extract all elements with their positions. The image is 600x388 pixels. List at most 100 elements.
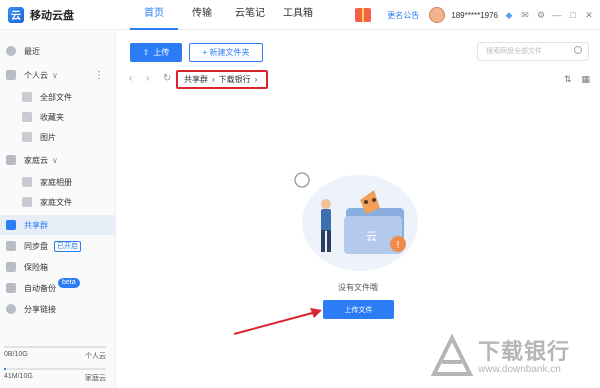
folder-icon bbox=[22, 112, 32, 122]
sidebar-item-label: 个人云 bbox=[24, 70, 48, 80]
sidebar-item-favorites[interactable]: 收藏夹 bbox=[0, 107, 116, 127]
home-icon bbox=[6, 155, 16, 165]
beta-badge: beta bbox=[58, 278, 80, 288]
sidebar-item-label: 家庭文件 bbox=[40, 197, 72, 207]
more-icon[interactable]: ⋮ bbox=[94, 70, 104, 81]
sidebar-item-images[interactable]: 图片 bbox=[0, 127, 116, 147]
view-toggle: ⇅ ▦ bbox=[564, 74, 590, 85]
rename-notice-link[interactable]: 更名公告 bbox=[387, 10, 419, 21]
annotation-arrow bbox=[233, 308, 322, 335]
quota-used: 41M/10G bbox=[4, 373, 33, 380]
watermark-url: www.downbank.cn bbox=[478, 364, 561, 375]
image-icon bbox=[22, 132, 32, 142]
sidebar-item-all-files[interactable]: 全部文件 bbox=[0, 87, 116, 107]
tab-home[interactable]: 首页 bbox=[130, 0, 178, 30]
gear-icon[interactable]: ⚙ bbox=[536, 10, 546, 20]
tab-transfer[interactable]: 传输 bbox=[178, 0, 226, 30]
forward-icon[interactable]: › bbox=[146, 73, 149, 84]
sidebar-item-label: 共享群 bbox=[24, 220, 48, 230]
maximize-icon[interactable]: □ bbox=[568, 10, 578, 20]
breadcrumb-item[interactable]: 共享群 bbox=[184, 74, 208, 85]
family-quota: 41M/10G 家庭云 bbox=[4, 373, 106, 383]
sidebar-item-personal-cloud[interactable]: 个人云 ∨ ⋮ bbox=[0, 65, 116, 85]
search-placeholder: 搜索网盘全部文件 bbox=[486, 48, 542, 55]
quota-label: 个人云 bbox=[85, 353, 106, 360]
family-quota-bar bbox=[4, 368, 106, 370]
upload-icon: ⇧ bbox=[142, 48, 150, 57]
sidebar: 最近 个人云 ∨ ⋮ 全部文件 收藏夹 图片 家庭云 ∨ 家庭相册 家庭文件 共… bbox=[0, 31, 116, 388]
refresh-icon[interactable]: ↻ bbox=[163, 73, 171, 84]
sidebar-item-label: 最近 bbox=[24, 46, 40, 56]
cloud-logo-icon: 云 bbox=[8, 6, 24, 23]
folder-icon bbox=[22, 197, 32, 207]
app-title: 移动云盘 bbox=[30, 9, 74, 22]
sidebar-item-label: 自动备份 bbox=[24, 283, 56, 293]
sidebar-item-share-links[interactable]: 分享链接 bbox=[0, 299, 116, 319]
sidebar-item-shared-group[interactable]: 共享群 bbox=[0, 215, 116, 235]
sidebar-item-recent[interactable]: 最近 bbox=[0, 41, 116, 61]
new-folder-button[interactable]: + 新建文件夹 bbox=[189, 43, 263, 62]
sync-icon bbox=[6, 241, 16, 251]
group-icon bbox=[6, 220, 16, 230]
top-bar: 云 移动云盘 首页 传输 云笔记 工具箱 更名公告 189*****1976 ◆… bbox=[0, 0, 600, 30]
breadcrumb: 共享群 › 下载银行 › bbox=[176, 70, 268, 89]
chevron-down-icon: ∨ bbox=[52, 155, 58, 165]
share-icon bbox=[6, 304, 16, 314]
sidebar-item-label: 收藏夹 bbox=[40, 112, 64, 122]
watermark: 下载银行 www.downbank.cn bbox=[430, 330, 595, 385]
sidebar-item-vault[interactable]: 保险箱 bbox=[0, 257, 116, 277]
personal-quota: 0B/10G 个人云 bbox=[4, 351, 106, 361]
back-icon[interactable]: ‹ bbox=[129, 73, 132, 84]
chevron-down-icon: ∨ bbox=[52, 70, 58, 80]
app-logo: 云 移动云盘 bbox=[0, 6, 118, 23]
empty-message: 没有文件哦 bbox=[338, 283, 378, 292]
close-icon[interactable]: ✕ bbox=[584, 10, 594, 20]
search-icon[interactable] bbox=[574, 46, 582, 54]
search-input[interactable]: 搜索网盘全部文件 bbox=[477, 42, 589, 61]
sidebar-item-sync-disk[interactable]: 同步盘 已开启 bbox=[0, 236, 116, 256]
mail-icon[interactable]: ✉ bbox=[520, 10, 530, 20]
sync-status-badge: 已开启 bbox=[54, 240, 81, 252]
quota-fill bbox=[4, 368, 7, 370]
sidebar-item-family-files[interactable]: 家庭文件 bbox=[0, 192, 116, 212]
svg-text:!: ! bbox=[396, 240, 400, 251]
grid-view-icon[interactable]: ▦ bbox=[581, 74, 590, 85]
quota-used: 0B/10G bbox=[4, 351, 28, 358]
file-icon bbox=[22, 92, 32, 102]
tab-toolbox[interactable]: 工具箱 bbox=[274, 0, 322, 30]
user-phone[interactable]: 189*****1976 bbox=[451, 11, 498, 20]
cloud-icon bbox=[6, 70, 16, 80]
backup-icon bbox=[6, 283, 16, 293]
gift-icon[interactable] bbox=[355, 8, 372, 22]
sort-icon[interactable]: ⇅ bbox=[564, 74, 572, 85]
quota-label: 家庭云 bbox=[85, 375, 106, 382]
svg-text:云: 云 bbox=[366, 230, 377, 243]
sidebar-item-auto-backup[interactable]: 自动备份 beta bbox=[0, 278, 116, 298]
tab-notes[interactable]: 云笔记 bbox=[226, 0, 274, 30]
sidebar-item-label: 保险箱 bbox=[24, 262, 48, 272]
watermark-text: 下载银行 bbox=[478, 339, 571, 364]
upload-button[interactable]: ⇧ 上传 bbox=[130, 43, 182, 62]
sidebar-item-label: 图片 bbox=[40, 132, 56, 142]
upload-label: 上传 bbox=[153, 48, 170, 57]
breadcrumb-item[interactable]: 下载银行 bbox=[219, 74, 251, 85]
sidebar-item-family-cloud[interactable]: 家庭云 ∨ bbox=[0, 150, 116, 170]
empty-folder-illustration: 云 ! bbox=[294, 172, 418, 271]
clock-icon bbox=[6, 46, 16, 56]
vip-icon[interactable]: ◆ bbox=[504, 10, 514, 20]
main-nav: 首页 传输 云笔记 工具箱 bbox=[130, 0, 322, 30]
sidebar-item-label: 全部文件 bbox=[40, 92, 72, 102]
sidebar-item-label: 同步盘 bbox=[24, 241, 48, 251]
personal-quota-bar bbox=[4, 346, 106, 348]
album-icon bbox=[22, 177, 32, 187]
avatar[interactable] bbox=[429, 7, 446, 23]
sidebar-item-label: 家庭相册 bbox=[40, 177, 72, 187]
sidebar-item-family-album[interactable]: 家庭相册 bbox=[0, 172, 116, 192]
safe-icon bbox=[6, 262, 16, 272]
watermark-logo-icon bbox=[430, 334, 474, 376]
minimize-icon[interactable]: — bbox=[552, 10, 562, 20]
upload-file-button[interactable]: 上传文件 bbox=[323, 300, 394, 319]
sidebar-item-label: 家庭云 bbox=[24, 155, 48, 165]
sidebar-item-label: 分享链接 bbox=[24, 304, 56, 314]
top-right-area: 更名公告 189*****1976 ◆ ✉ ⚙ — □ ✕ bbox=[355, 0, 594, 30]
